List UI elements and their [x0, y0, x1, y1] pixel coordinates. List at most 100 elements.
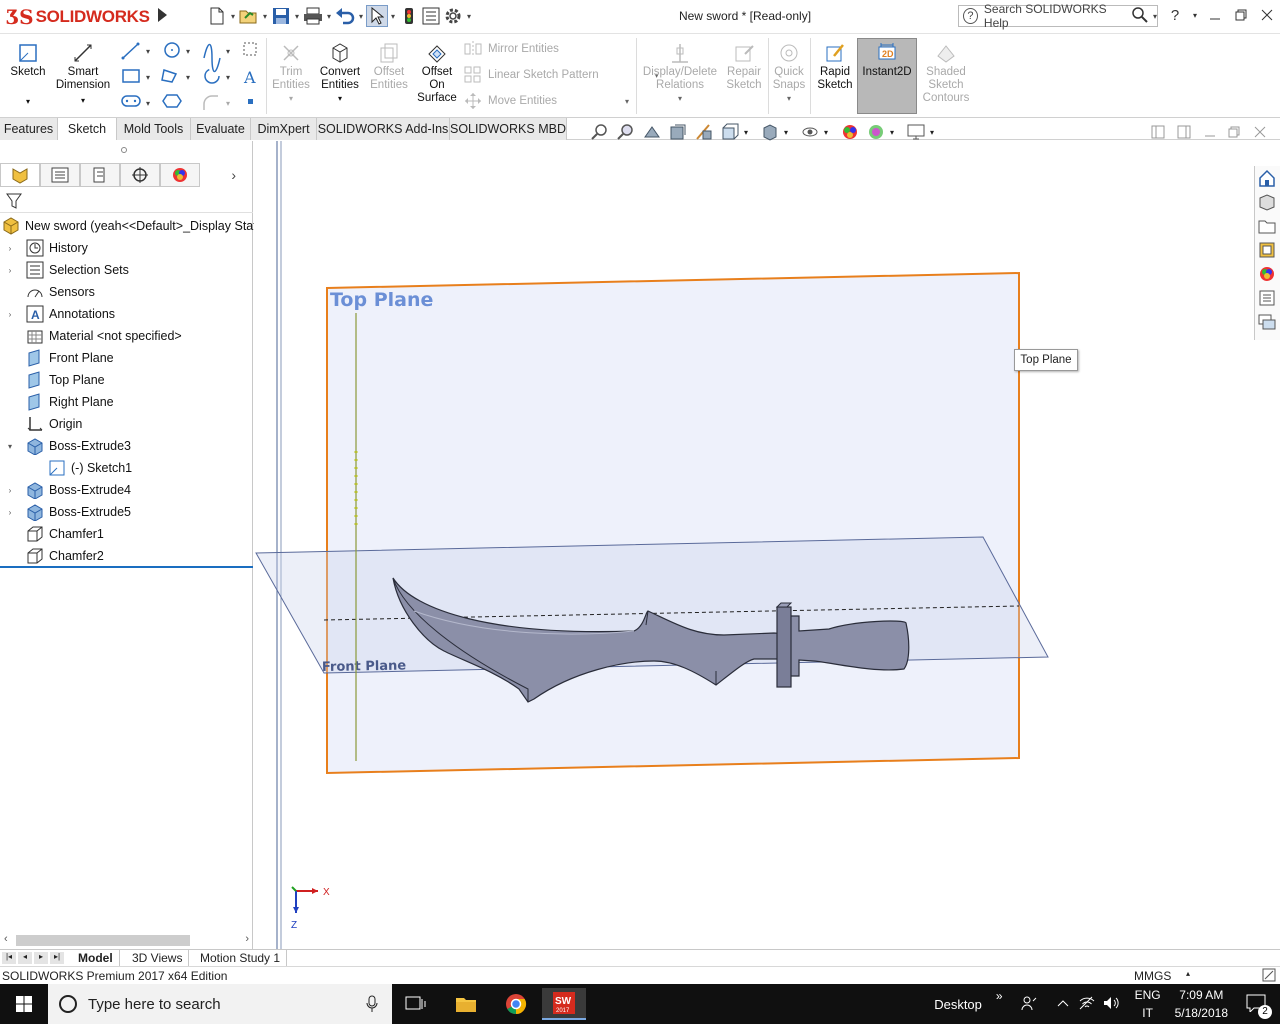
- rectangle-tool-icon[interactable]: ▾: [122, 69, 150, 83]
- status-options-icon[interactable]: [1262, 968, 1276, 985]
- instant2d-content[interactable]: 2D Instant2D: [858, 42, 916, 79]
- tree-item-sketch1[interactable]: (-) Sketch1: [26, 457, 132, 479]
- expand-chevron-icon[interactable]: ›: [4, 244, 16, 253]
- file-properties-icon[interactable]: [420, 5, 442, 27]
- doc-restore-icon[interactable]: [1224, 123, 1244, 141]
- fillet-tool-icon[interactable]: ▾: [203, 95, 230, 110]
- save-dropdown-icon[interactable]: ▾: [292, 5, 302, 27]
- slot-tool-icon[interactable]: ▾: [161, 69, 190, 83]
- open-file-icon[interactable]: [238, 5, 260, 27]
- straight-slot-icon[interactable]: ▾: [121, 95, 150, 108]
- convert-dropdown-icon[interactable]: ▾: [338, 92, 342, 105]
- zoom-to-area-icon[interactable]: [616, 123, 636, 141]
- display-manager-tab-icon[interactable]: [160, 163, 200, 187]
- shaded-sketch-contours-button[interactable]: Shaded Sketch Contours: [920, 42, 972, 105]
- first-tab-icon[interactable]: |◂: [2, 952, 16, 964]
- zoom-to-fit-icon[interactable]: [590, 123, 610, 141]
- minimize-icon[interactable]: [1202, 4, 1228, 26]
- mirror-entities-button[interactable]: Mirror Entities: [464, 40, 559, 58]
- expand-chevron-icon[interactable]: ›: [4, 486, 16, 495]
- tree-item-material-not-specified[interactable]: Material <not specified>: [4, 325, 182, 347]
- hide-show-dropdown-icon[interactable]: ▾: [820, 123, 832, 141]
- expand-chevron-icon[interactable]: ›: [4, 310, 16, 319]
- apply-scene-icon[interactable]: [866, 123, 886, 141]
- select-dropdown-icon[interactable]: ▾: [388, 5, 398, 27]
- tree-item-boss-extrude5[interactable]: › Boss-Extrude5: [4, 501, 131, 523]
- polygon-tool-icon[interactable]: [162, 94, 182, 108]
- tab-motion-study[interactable]: Motion Study 1: [194, 950, 288, 966]
- feature-manager-tab-icon[interactable]: [0, 163, 40, 187]
- design-library-icon[interactable]: [1255, 190, 1279, 214]
- point-tool-icon[interactable]: [248, 99, 253, 104]
- display-style-icon[interactable]: [760, 123, 780, 141]
- move-dropdown-icon[interactable]: ▾: [625, 97, 629, 106]
- windows-start-icon[interactable]: [2, 988, 46, 1020]
- solidworks-resources-home-icon[interactable]: [1255, 166, 1279, 190]
- previous-view-icon[interactable]: [642, 123, 662, 141]
- dynamic-annotation-icon[interactable]: [694, 123, 714, 141]
- tree-item-front-plane[interactable]: Front Plane: [4, 347, 114, 369]
- restore-icon[interactable]: [1228, 4, 1254, 26]
- view-orientation-dropdown-icon[interactable]: ▾: [740, 123, 752, 141]
- view-settings-dropdown-icon[interactable]: ▾: [926, 123, 938, 141]
- spline-tool-icon[interactable]: ▾: [203, 43, 230, 73]
- microphone-icon[interactable]: [366, 995, 378, 1013]
- panel-splitter-handle-icon[interactable]: [121, 147, 127, 153]
- appearances-scenes-icon[interactable]: [1255, 262, 1279, 286]
- undo-icon[interactable]: [334, 5, 356, 27]
- linear-sketch-pattern-button[interactable]: Linear Sketch Pattern ▾: [464, 66, 659, 84]
- select-pointer-icon[interactable]: [366, 5, 388, 27]
- action-center-icon[interactable]: 2: [1246, 994, 1272, 1019]
- tile-left-icon[interactable]: [1148, 123, 1168, 141]
- quick-snaps-dropdown-icon[interactable]: ▾: [787, 92, 791, 105]
- volume-icon[interactable]: [1103, 996, 1121, 1013]
- print-dropdown-icon[interactable]: ▾: [324, 5, 334, 27]
- display-style-dropdown-icon[interactable]: ▾: [780, 123, 792, 141]
- help-button[interactable]: ?: [1162, 4, 1188, 26]
- configuration-manager-tab-icon[interactable]: [80, 163, 120, 187]
- options-dropdown-icon[interactable]: ▾: [464, 5, 474, 27]
- edit-appearance-icon[interactable]: [840, 123, 860, 141]
- scroll-right-icon[interactable]: ›: [245, 933, 249, 945]
- trim-entities-button[interactable]: Trim Entities ▾: [272, 42, 310, 105]
- chevron-right-icon[interactable]: ›: [200, 163, 240, 187]
- unit-system[interactable]: MMGS: [1134, 969, 1171, 983]
- search-dropdown-icon[interactable]: ▾: [1153, 12, 1157, 21]
- tree-item-origin[interactable]: Origin: [4, 413, 82, 435]
- view-orientation-icon[interactable]: [720, 123, 740, 141]
- tab-mold-tools[interactable]: Mold Tools: [117, 118, 191, 140]
- search-icon[interactable]: [1131, 6, 1149, 27]
- tree-root-part[interactable]: New sword (yeah<<Default>_Display State: [0, 215, 264, 237]
- dimxpert-manager-tab-icon[interactable]: [120, 163, 160, 187]
- convert-entities-button[interactable]: Convert Entities ▾: [316, 42, 364, 105]
- tree-item-top-plane[interactable]: Top Plane: [4, 369, 105, 391]
- tile-right-icon[interactable]: [1174, 123, 1194, 141]
- people-icon[interactable]: [1021, 995, 1037, 1014]
- offset-entities-button[interactable]: Offset Entities: [368, 42, 410, 92]
- tree-item-selection-sets[interactable]: › Selection Sets: [4, 259, 129, 281]
- close-icon[interactable]: [1254, 4, 1280, 26]
- desktop-toolbar-label[interactable]: Desktop: [934, 997, 982, 1012]
- tree-item-chamfer2[interactable]: Chamfer2: [4, 545, 104, 567]
- save-icon[interactable]: [270, 5, 292, 27]
- move-entities-button[interactable]: Move Entities ▾: [464, 92, 629, 110]
- prev-tab-icon[interactable]: ◂: [18, 952, 32, 964]
- new-dropdown-icon[interactable]: ▾: [228, 5, 238, 27]
- smart-dimension-button[interactable]: Smart Dimension ▾: [54, 42, 112, 107]
- tree-item-sensors[interactable]: Sensors: [4, 281, 95, 303]
- rollback-bar[interactable]: [0, 566, 253, 568]
- undo-dropdown-icon[interactable]: ▾: [356, 5, 366, 27]
- tree-item-annotations[interactable]: › A Annotations: [4, 303, 115, 325]
- arc-tool-icon[interactable]: ▾: [204, 68, 230, 84]
- horizontal-scrollbar[interactable]: ‹ ›: [0, 932, 253, 949]
- options-gear-icon[interactable]: [442, 5, 464, 27]
- tree-item-history[interactable]: › History: [4, 237, 88, 259]
- last-tab-icon[interactable]: ▸|: [50, 952, 64, 964]
- new-document-icon[interactable]: [206, 5, 228, 27]
- tab-evaluate[interactable]: Evaluate: [191, 118, 251, 140]
- doc-close-icon[interactable]: [1250, 123, 1270, 141]
- tree-item-right-plane[interactable]: Right Plane: [4, 391, 114, 413]
- graphics-area[interactable]: Top Plane Front Plane X Z: [254, 141, 1254, 951]
- scroll-thumb[interactable]: [16, 935, 190, 946]
- tree-item-chamfer1[interactable]: Chamfer1: [4, 523, 104, 545]
